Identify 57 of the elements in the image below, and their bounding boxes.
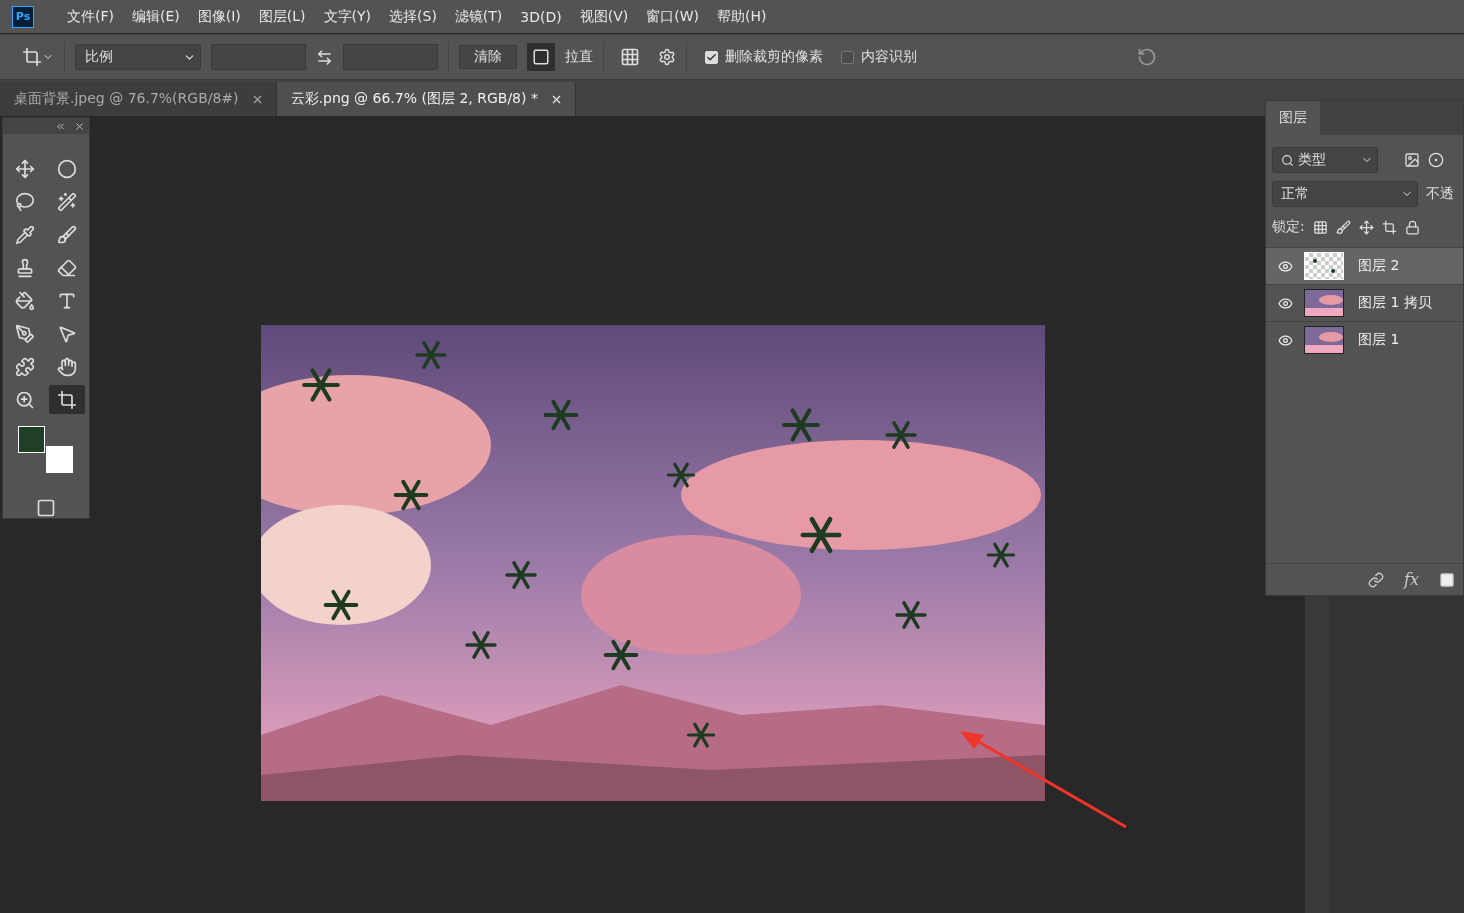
close-icon[interactable] (74, 120, 85, 132)
opacity-label: 不透 (1426, 185, 1454, 203)
layer-row[interactable]: 图层 2 (1266, 247, 1463, 284)
background-color-swatch[interactable] (46, 446, 73, 473)
straighten-label[interactable]: 拉直 (565, 48, 593, 66)
visibility-eye-icon[interactable] (1277, 295, 1293, 311)
checkbox[interactable] (841, 50, 854, 64)
menu-item[interactable]: 文字(Y) (314, 7, 381, 26)
height-field[interactable] (343, 44, 438, 70)
effects-icon[interactable]: fx (1404, 570, 1419, 589)
menu-item[interactable]: 视图(V) (570, 7, 638, 26)
menu-item[interactable]: 3D(D) (511, 8, 571, 25)
image-filter-icon[interactable] (1404, 152, 1420, 168)
menu-item[interactable]: 选择(S) (380, 7, 446, 26)
move-icon[interactable] (1358, 219, 1374, 235)
menu-item[interactable]: 图像(I) (188, 7, 250, 26)
clear-button[interactable]: 清除 (459, 45, 517, 69)
visibility-eye-icon[interactable] (1277, 258, 1293, 274)
foreground-color-swatch[interactable] (18, 426, 45, 453)
layer-thumbnail (1304, 326, 1344, 354)
document-tab[interactable]: 桌面背景.jpeg @ 76.7%(RGB/8#) (0, 82, 277, 116)
layer-name: 图层 2 (1358, 257, 1400, 275)
width-field[interactable] (211, 44, 306, 70)
app-logo[interactable]: Ps (12, 5, 34, 28)
layer-thumbnail (1304, 289, 1344, 317)
layer-name: 图层 1 拷贝 (1358, 294, 1432, 312)
swap-icon[interactable] (316, 48, 333, 66)
menu-item[interactable]: 编辑(E) (123, 7, 189, 26)
menu-item[interactable]: 图层(L) (249, 7, 315, 26)
checkbox-label: 删除裁剪的像素 (725, 48, 823, 66)
ratio-dropdown[interactable]: 比例 (75, 44, 201, 70)
menu-item[interactable]: 文件(F) (58, 7, 123, 26)
lock-icon[interactable] (1404, 219, 1420, 235)
menu-item[interactable]: 窗口(W) (637, 7, 709, 26)
crop-tool-icon[interactable] (49, 385, 85, 414)
brush-icon[interactable] (1335, 219, 1351, 235)
document-tab[interactable]: 云彩.png @ 66.7% (图层 2, RGB/8) * (276, 82, 576, 116)
reset-icon[interactable] (1137, 47, 1157, 67)
crop-tool-preset-icon[interactable] (22, 47, 54, 67)
link-icon[interactable] (1368, 571, 1385, 588)
crop-icon[interactable] (1381, 219, 1397, 235)
layer-name: 图层 1 (1358, 331, 1400, 349)
search-icon (1281, 153, 1294, 167)
lock-label: 锁定: (1272, 218, 1305, 236)
settings-icon[interactable] (658, 48, 676, 66)
lock-pixels-icon[interactable] (1312, 219, 1328, 235)
menu-item[interactable]: 滤镜(T) (445, 7, 512, 26)
checkbox-label: 内容识别 (861, 48, 917, 66)
visibility-eye-icon[interactable] (1277, 332, 1293, 348)
layer-row[interactable]: 图层 1 (1266, 321, 1463, 358)
layer-thumbnail (1304, 252, 1344, 280)
layers-tab[interactable]: 图层 (1266, 101, 1320, 135)
menu-item[interactable]: 帮助(H) (708, 7, 776, 26)
blend-mode-dropdown[interactable]: 正常 (1272, 181, 1418, 207)
layer-row[interactable]: 图层 1 拷贝 (1266, 284, 1463, 321)
filter-dropdown[interactable]: 类型 (1272, 147, 1378, 173)
grid-overlay-icon[interactable] (620, 47, 640, 67)
